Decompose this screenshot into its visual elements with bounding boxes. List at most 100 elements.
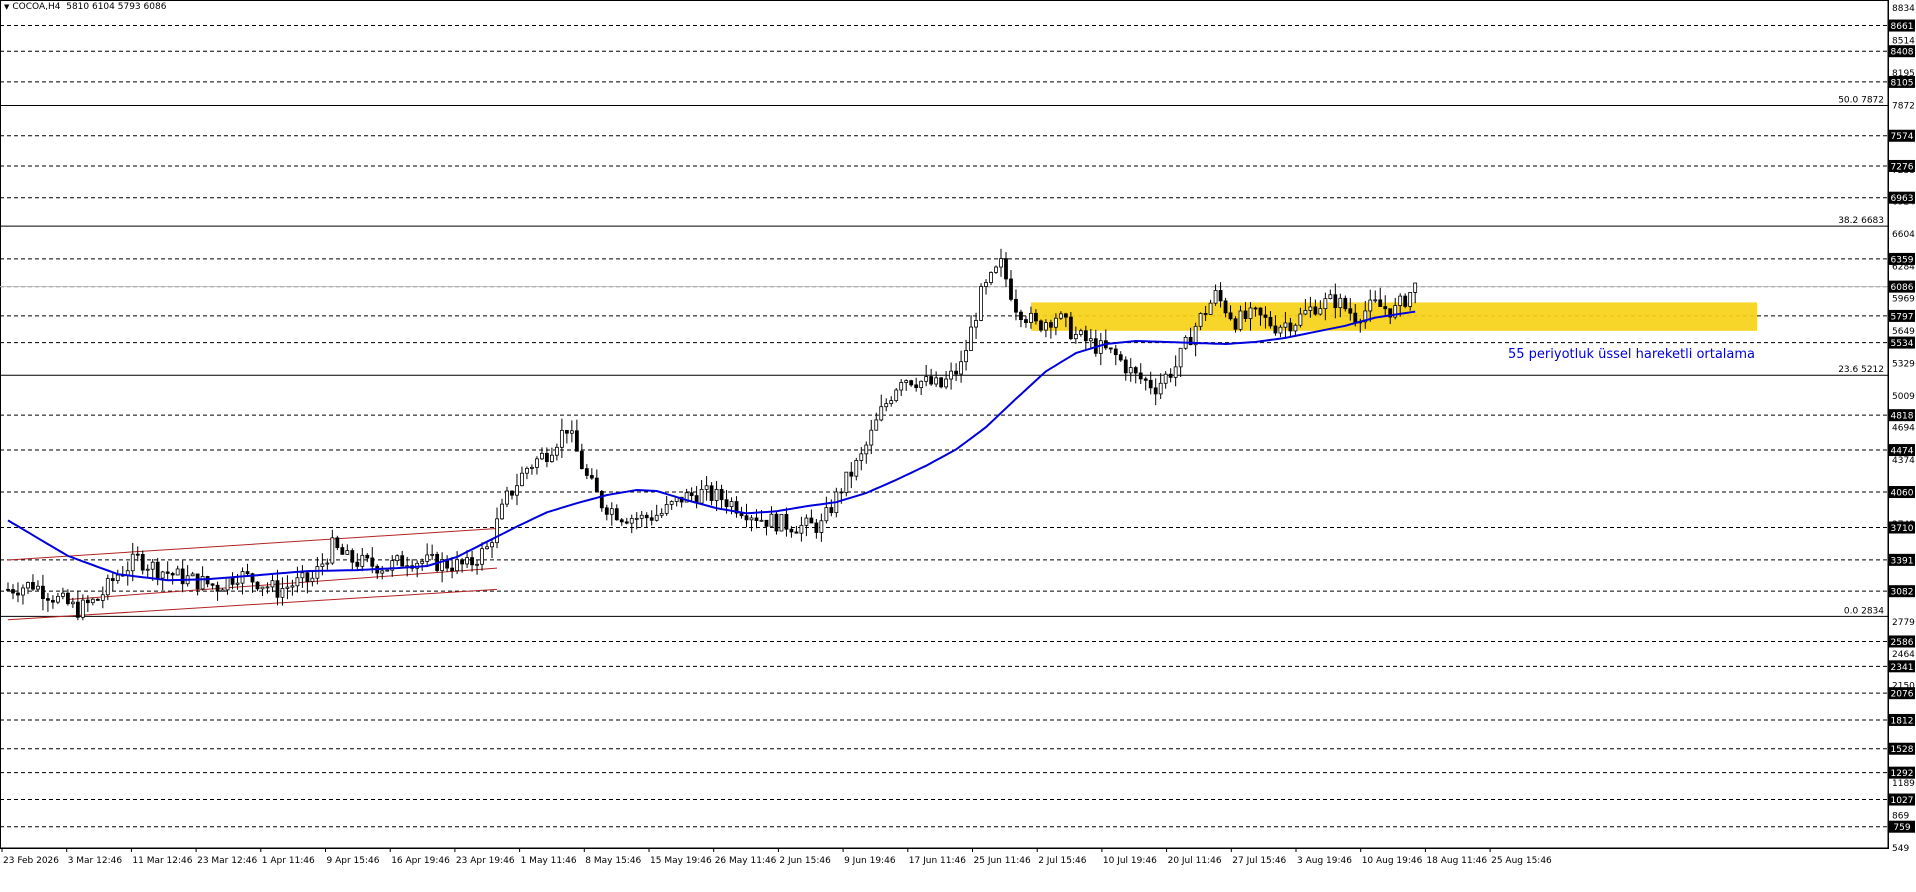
candle-body: [864, 444, 869, 455]
price-chart[interactable]: 50.0 7872 38.2 6683 23.6 5212 0.0 2834 8834…: [0, 0, 1916, 888]
candle-body: [1303, 310, 1308, 315]
candle-body: [554, 446, 559, 456]
candle-body: [350, 550, 355, 563]
candle-body: [1268, 317, 1273, 327]
candle-body: [624, 521, 629, 524]
candle-body: [1383, 306, 1388, 310]
candle-body: [774, 513, 779, 532]
price-box-label: 6086: [1891, 283, 1914, 293]
candle-body: [1343, 297, 1348, 310]
ohlc-readout: 5810 6104 5793 6086: [66, 2, 167, 12]
candle-body: [709, 485, 714, 501]
candle-body: [285, 586, 290, 589]
candle-body: [839, 491, 844, 494]
time-label: 1 Apr 11:46: [262, 856, 315, 866]
price-tick-label: 8514: [1892, 36, 1915, 46]
price-level-box: 4474: [1889, 444, 1915, 457]
time-label: 18 Aug 11:46: [1426, 856, 1487, 866]
time-label: 17 Jun 11:46: [909, 856, 966, 866]
ema-55-line: [7, 310, 1416, 582]
candle-body: [265, 586, 270, 589]
candle-body: [65, 592, 70, 605]
price-box-label: 1812: [1891, 716, 1914, 726]
candle-body: [1078, 330, 1083, 335]
price-box-label: 3082: [1891, 588, 1914, 598]
candle-body: [255, 581, 260, 590]
candle-body: [1318, 308, 1323, 315]
candle-body: [1014, 298, 1018, 313]
fibonacci-label: 0.0 2834: [1844, 606, 1884, 616]
candle-body: [894, 389, 899, 401]
candle-body: [1123, 359, 1128, 374]
price-box-label: 2076: [1891, 690, 1914, 700]
candle-body: [1218, 290, 1223, 302]
price-level-box: 4818: [1889, 409, 1915, 422]
candle-body: [530, 466, 534, 469]
chart-window[interactable]: ▼ COCOA,H4 5810 6104 5793 6086 50.0 7872 3…: [0, 0, 1916, 888]
time-label: 8 May 15:46: [585, 856, 641, 866]
candle-body: [1228, 312, 1233, 320]
collapse-triangle-icon[interactable]: ▼: [4, 3, 9, 11]
price-level-box: 7574: [1889, 129, 1915, 142]
candle-body: [195, 573, 200, 590]
price-box-label: 759: [1893, 823, 1910, 833]
candle-body: [854, 460, 859, 477]
price-level-box: 8661: [1889, 19, 1915, 32]
candle-body: [180, 568, 185, 585]
candle-body: [1213, 290, 1218, 304]
candle-body: [714, 489, 719, 501]
candle-body: [380, 570, 385, 574]
price-level-box: 3082: [1889, 585, 1915, 598]
candle-body: [1088, 338, 1093, 342]
candle-body: [1208, 302, 1213, 315]
candle-body: [609, 508, 614, 515]
candle-body: [425, 554, 430, 562]
time-label: 15 May 19:46: [650, 856, 712, 866]
price-box-label: 3710: [1891, 524, 1914, 534]
candle-body: [90, 598, 95, 604]
candle-body: [85, 599, 90, 604]
candle-body: [809, 517, 814, 524]
price-level-box: 1812: [1889, 713, 1915, 726]
candle-body: [16, 592, 20, 596]
ema-layer: [7, 310, 1416, 582]
price-tick-label: 5329: [1892, 359, 1915, 369]
candle-body: [1158, 382, 1163, 395]
time-label: 26 May 11:46: [715, 856, 777, 866]
price-tick-label: 5649: [1892, 327, 1915, 337]
candle-body: [165, 571, 170, 574]
candle-body: [869, 429, 874, 446]
candle-body: [764, 519, 769, 527]
price-box-label: 5534: [1891, 339, 1914, 349]
candle-body: [475, 563, 479, 566]
candle-body: [579, 450, 584, 470]
candle-body: [360, 554, 365, 567]
candle-body: [619, 519, 624, 523]
candle-body: [1368, 299, 1373, 312]
candle-body: [325, 562, 330, 565]
candle-body: [594, 477, 599, 492]
candle-body: [1133, 367, 1138, 374]
symbol-label: COCOA,H4: [12, 2, 61, 12]
candle-body: [21, 587, 25, 596]
price-level-box: 2341: [1889, 660, 1915, 673]
time-label: 23 Mar 12:46: [197, 856, 257, 866]
candle-body: [819, 520, 824, 533]
candle-body: [525, 467, 529, 474]
candle-body: [175, 568, 180, 576]
candle-body: [1118, 354, 1123, 361]
candle-body: [51, 599, 55, 603]
candle-body: [909, 380, 914, 386]
time-label: 3 Aug 19:46: [1297, 856, 1352, 866]
time-label: 2 Jun 15:46: [779, 856, 831, 866]
candle-body: [939, 377, 944, 388]
candle-body: [659, 512, 664, 516]
candle-body: [564, 429, 569, 434]
candle-body: [654, 514, 659, 521]
candle-body: [1009, 278, 1013, 300]
price-level-box: 8408: [1889, 45, 1915, 58]
candle-body: [480, 548, 484, 565]
candle-body: [470, 557, 474, 566]
candle-body: [704, 485, 709, 490]
price-box-label: 8661: [1891, 22, 1914, 32]
